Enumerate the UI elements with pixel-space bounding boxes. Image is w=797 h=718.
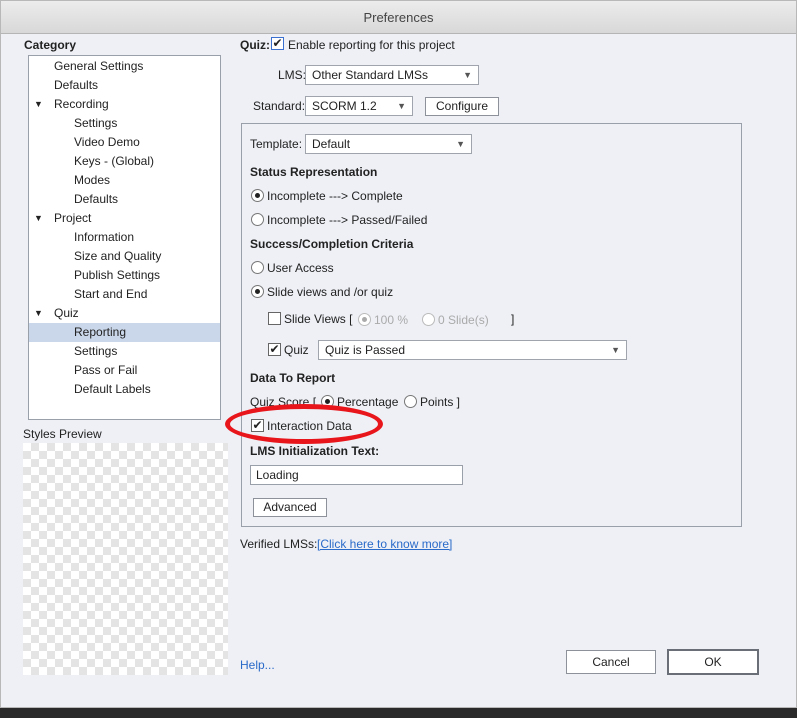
enable-reporting-checkbox[interactable]: ✔ [271,37,284,50]
sidebar-item[interactable]: Keys - (Global) [29,152,220,171]
styles-preview-label: Styles Preview [23,427,102,441]
sidebar-item-label: Start and End [74,287,148,301]
quiz-criteria-select[interactable]: Quiz is Passed ▼ [318,340,627,360]
lms-value: Other Standard LMSs [312,68,429,82]
sidebar-item[interactable]: Modes [29,171,220,190]
sidebar-item[interactable]: Defaults [29,76,220,95]
dropdown-arrow-icon: ▼ [463,70,472,80]
advanced-button[interactable]: Advanced [253,498,327,517]
sidebar-item-label: Reporting [74,325,127,339]
sidebar-item-label: General Settings [54,59,144,73]
sidebar-item-label: Recording [54,97,109,111]
percent-value: 100 % [374,313,409,327]
preferences-window: Preferences Category General Settings Def… [0,0,797,708]
slide-views-checkbox[interactable] [268,312,281,325]
sidebar-item[interactable]: Settings [29,342,220,361]
status-complete-label: Incomplete ---> Complete [267,189,403,203]
ok-button[interactable]: OK [667,649,759,675]
annotation-ellipse [225,404,383,444]
lms-init-input[interactable]: Loading [250,465,463,485]
sidebar-item-label: Keys - (Global) [74,154,155,168]
user-access-label: User Access [267,261,334,275]
slides-radio[interactable] [422,313,435,326]
sidebar-item-label: Default Labels [74,382,151,396]
sidebar-item[interactable]: Size and Quality [29,247,220,266]
sidebar-item[interactable]: Start and End [29,285,220,304]
help-link[interactable]: Help... [240,658,275,672]
lms-label: LMS: [278,68,307,82]
title-bar: Preferences [1,1,796,34]
bracket-close: ] [511,312,515,326]
sidebar-item[interactable]: Publish Settings [29,266,220,285]
sidebar-item-label: Publish Settings [74,268,161,282]
lms-init-heading: LMS Initialization Text: [250,444,380,458]
quiz-checkbox-label: Quiz [284,343,309,357]
sidebar-item-label: Size and Quality [74,249,162,263]
points-radio[interactable] [404,395,417,408]
slides-value: 0 Slide(s) [438,313,489,327]
standard-value: SCORM 1.2 [312,99,377,113]
sidebar-item-label: Settings [74,344,118,358]
sidebar-item[interactable]: ▼ Recording [29,95,220,114]
sidebar-item[interactable]: Pass or Fail [29,361,220,380]
standard-label: Standard: [253,99,306,113]
slide-views-quiz-label: Slide views and /or quiz [267,285,394,299]
slide-views-label: Slide Views [ [284,312,353,326]
verified-lms-link[interactable]: [Click here to know more] [317,537,452,551]
user-access-radio[interactable] [251,261,264,274]
sidebar-item-label: Modes [74,173,111,187]
sidebar-item[interactable]: Defaults [29,190,220,209]
sidebar-item-label: Quiz [54,306,79,320]
sidebar-item-label: Project [54,211,92,225]
sidebar-item-label: Defaults [54,78,99,92]
sidebar-item[interactable]: Video Demo [29,133,220,152]
category-heading: Category [24,38,77,52]
template-value: Default [312,137,351,151]
configure-button[interactable]: Configure [425,97,499,116]
status-passed-failed-radio[interactable] [251,213,264,226]
percent-radio[interactable] [358,313,371,326]
standard-select[interactable]: SCORM 1.2 ▼ [305,96,413,116]
template-select[interactable]: Default ▼ [305,134,472,154]
sidebar-item-label: Defaults [74,192,119,206]
disclosure-triangle-icon[interactable]: ▼ [34,209,43,228]
status-complete-radio[interactable] [251,189,264,202]
slide-views-quiz-radio[interactable] [251,285,264,298]
enable-reporting-label: Enable reporting for this project [288,38,455,52]
sidebar-item[interactable]: Settings [29,114,220,133]
status-passed-failed-label: Incomplete ---> Passed/Failed [267,213,428,227]
category-list[interactable]: General Settings Defaults ▼ Recording Settin… [28,55,221,420]
sidebar-item[interactable]: Default Labels [29,380,220,399]
verified-lms-label: Verified LMSs: [240,537,318,551]
status-heading: Status Representation [250,165,378,179]
points-label: Points ] [420,395,461,409]
sidebar-item[interactable]: Information [29,228,220,247]
sidebar-item[interactable]: Reporting [29,323,220,342]
dropdown-arrow-icon: ▼ [611,345,620,355]
sidebar-item[interactable]: ▼ Quiz [29,304,220,323]
dropdown-arrow-icon: ▼ [456,139,465,149]
styles-preview [23,443,228,675]
sidebar-item-label: Pass or Fail [74,363,138,377]
sidebar-item-label: Settings [74,116,118,130]
disclosure-triangle-icon[interactable]: ▼ [34,95,43,114]
cancel-button[interactable]: Cancel [566,650,656,674]
disclosure-triangle-icon[interactable]: ▼ [34,304,43,323]
sidebar-item[interactable]: ▼ Project [29,209,220,228]
criteria-heading: Success/Completion Criteria [250,237,414,251]
sidebar-item-label: Information [74,230,135,244]
quiz-label: Quiz: [240,38,270,52]
template-label: Template: [250,137,303,151]
sidebar-item[interactable]: General Settings [29,57,220,76]
dropdown-arrow-icon: ▼ [397,101,406,111]
quiz-criteria-value: Quiz is Passed [325,343,406,357]
sidebar-item-label: Video Demo [74,135,140,149]
data-heading: Data To Report [250,371,336,385]
quiz-checkbox[interactable]: ✔ [268,343,281,356]
lms-select[interactable]: Other Standard LMSs ▼ [305,65,479,85]
